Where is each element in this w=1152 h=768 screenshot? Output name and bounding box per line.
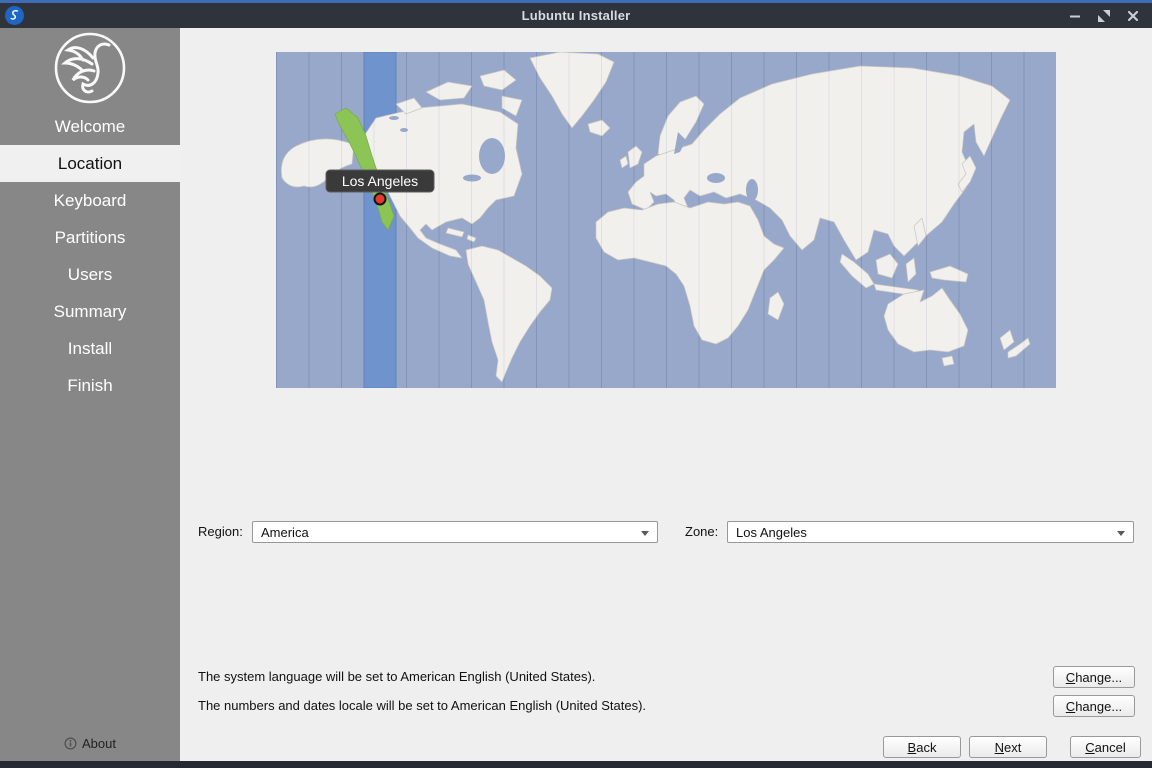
hummingbird-glyph — [8, 9, 21, 22]
sidebar-item-summary[interactable]: Summary — [0, 293, 180, 330]
numbers-change-button[interactable]: Change... — [1053, 695, 1135, 717]
region-select[interactable]: America — [252, 521, 658, 543]
sidebar-item-finish[interactable]: Finish — [0, 367, 180, 404]
region-value: America — [261, 525, 309, 540]
window-title: Lubuntu Installer — [0, 8, 1152, 23]
sidebar-item-label: Summary — [54, 302, 127, 322]
maximize-restore-button[interactable] — [1097, 9, 1111, 23]
location-page: Los Angeles Region: America Zone: Los An… — [180, 28, 1152, 761]
zone-label: Zone: — [685, 521, 718, 543]
sidebar: Welcome Location Keyboard Partitions Use… — [0, 28, 180, 761]
installer-window: Lubuntu Installer — [0, 0, 1152, 768]
timezone-selectors: Region: America Zone: Los Angeles — [180, 521, 1152, 543]
sidebar-item-label: Users — [68, 265, 112, 285]
sidebar-item-label: Keyboard — [54, 191, 127, 211]
restore-icon — [1098, 10, 1110, 22]
sidebar-item-label: Welcome — [55, 117, 126, 137]
lubuntu-logo — [0, 28, 180, 108]
about-button[interactable]: About — [0, 731, 180, 755]
sidebar-item-label: Finish — [67, 376, 112, 396]
sidebar-item-label: Install — [68, 339, 112, 359]
city-tooltip: Los Angeles — [326, 170, 434, 192]
bottom-panel-strip — [0, 761, 1152, 768]
language-row: The system language will be set to Ameri… — [180, 666, 1152, 688]
chevron-down-icon — [1117, 531, 1125, 536]
chevron-down-icon — [641, 531, 649, 536]
timezone-map-svg: Los Angeles — [276, 52, 1056, 388]
about-label: About — [82, 736, 116, 751]
window-controls — [1068, 9, 1152, 23]
minimize-button[interactable] — [1068, 9, 1082, 23]
city-tooltip-label: Los Angeles — [342, 173, 418, 189]
close-button[interactable] — [1126, 9, 1140, 23]
sidebar-item-location[interactable]: Location — [0, 145, 180, 182]
sidebar-item-label: Location — [58, 154, 122, 174]
info-icon — [64, 737, 77, 750]
minimize-icon — [1069, 10, 1081, 22]
sidebar-item-install[interactable]: Install — [0, 330, 180, 367]
close-icon — [1127, 10, 1139, 22]
zone-value: Los Angeles — [736, 525, 807, 540]
titlebar: Lubuntu Installer — [0, 0, 1152, 28]
numbers-locale-row: The numbers and dates locale will be set… — [180, 695, 1152, 717]
numbers-summary-text: The numbers and dates locale will be set… — [198, 695, 646, 717]
lubuntu-app-icon — [5, 6, 24, 25]
next-button[interactable]: Next — [969, 736, 1047, 758]
world-timezone-map[interactable]: Los Angeles — [276, 52, 1056, 388]
sidebar-item-welcome[interactable]: Welcome — [0, 108, 180, 145]
wizard-nav: Back Next Cancel — [180, 736, 1152, 758]
zone-select[interactable]: Los Angeles — [727, 521, 1134, 543]
city-marker-dot — [375, 194, 386, 205]
region-label: Region: — [198, 521, 243, 543]
back-button[interactable]: Back — [883, 736, 961, 758]
language-summary-text: The system language will be set to Ameri… — [198, 666, 595, 688]
cancel-button[interactable]: Cancel — [1070, 736, 1141, 758]
language-change-button[interactable]: Change... — [1053, 666, 1135, 688]
sidebar-item-label: Partitions — [55, 228, 126, 248]
sidebar-item-partitions[interactable]: Partitions — [0, 219, 180, 256]
lubuntu-bird-icon — [52, 30, 128, 106]
sidebar-item-users[interactable]: Users — [0, 256, 180, 293]
sidebar-item-keyboard[interactable]: Keyboard — [0, 182, 180, 219]
